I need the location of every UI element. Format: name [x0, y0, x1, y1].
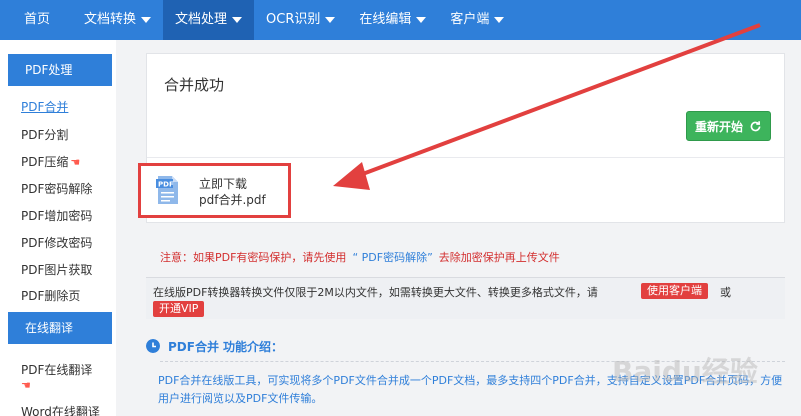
size-limit-text: 在线版PDF转换器转换文件仅限于2M以内文件，如需转换更大文件、转换更多格式文件…	[153, 286, 598, 299]
sidebar-item-pdf-unlock[interactable]: PDF密码解除	[21, 180, 92, 197]
nav-client[interactable]: 客户端	[438, 0, 516, 40]
notice-text: 注意：如果PDF有密码保护，请先使用	[160, 251, 347, 264]
unlock-link[interactable]: “ PDF密码解除”	[352, 251, 432, 264]
password-notice: 注意：如果PDF有密码保护，请先使用 “ PDF密码解除” 去除加密保护再上传文件	[160, 249, 560, 265]
use-client-button[interactable]: 使用客户端	[641, 283, 708, 299]
sidebar-item-pdf-add-password[interactable]: PDF增加密码	[21, 207, 92, 224]
download-file-box[interactable]: PDF 立即下载 pdf合并.pdf	[138, 163, 291, 218]
nav-label: 文档处理	[175, 12, 228, 27]
intro-body: PDF合并在线版工具，可实现将多个PDF文件合并成一个PDF文档，最多支持四个P…	[158, 374, 783, 405]
intro-title-main: PDF合并	[168, 340, 219, 354]
hand-pointer-icon: ☚	[70, 156, 81, 169]
open-vip-button[interactable]: 开通VIP	[153, 301, 205, 317]
sidebar-item-pdf-delete-page[interactable]: PDF删除页	[21, 287, 80, 304]
sidebar-item-pdf-split[interactable]: PDF分割	[21, 126, 68, 143]
sidebar-item-pdf-change-password[interactable]: PDF修改密码	[21, 234, 92, 251]
dashed-divider	[160, 361, 785, 362]
clock-icon	[146, 339, 160, 353]
nav-home[interactable]: 首页	[0, 0, 72, 40]
intro-title-sub: 功能介绍：	[222, 340, 283, 354]
restart-label: 重新开始	[694, 119, 743, 134]
nav-label: OCR识别	[266, 12, 321, 27]
sidebar-item-word-translate[interactable]: Word在线翻译	[21, 403, 100, 416]
download-link[interactable]: 立即下载	[199, 175, 247, 192]
card-divider	[147, 157, 784, 158]
sidebar-item-label: PDF压缩	[21, 155, 69, 169]
notice-text: 去除加密保护再上传文件	[438, 251, 560, 264]
sidebar-item-pdf-merge[interactable]: PDF合并	[21, 98, 68, 115]
intro-title: PDF合并 功能介绍：	[168, 338, 283, 355]
hand-pointer-icon: ☚	[21, 379, 31, 392]
sidebar-item-pdf-compress[interactable]: PDF压缩 ☚	[21, 153, 80, 170]
caret-down-icon	[494, 17, 505, 23]
size-limit-bar: 在线版PDF转换器转换文件仅限于2M以内文件，如需转换更大文件、转换更多格式文件…	[146, 277, 785, 319]
sidebar-item-pdf-image-extract[interactable]: PDF图片获取	[21, 261, 92, 278]
sidebar: PDF处理 PDF合并 PDF分割 PDF压缩 ☚ PDF密码解除 PDF增加密码…	[0, 40, 116, 416]
sidebar-item-label: PDF在线翻译	[21, 363, 93, 377]
nav-label: 客户端	[450, 12, 490, 27]
nav-doc-convert[interactable]: 文档转换	[72, 0, 163, 40]
result-title: 合并成功	[164, 76, 225, 94]
sidebar-header-pdf: PDF处理	[8, 54, 112, 86]
caret-down-icon	[141, 17, 152, 23]
nav-doc-process[interactable]: 文档处理	[163, 0, 255, 40]
or-text: 或	[720, 286, 731, 299]
restart-button[interactable]: 重新开始	[686, 111, 771, 141]
pdf-file-icon: PDF	[156, 176, 178, 204]
nav-label: 首页	[24, 12, 51, 27]
nav-label: 文档转换	[84, 12, 137, 27]
caret-down-icon	[416, 17, 427, 23]
nav-label: 在线编辑	[359, 12, 412, 27]
file-name: pdf合并.pdf	[199, 193, 266, 207]
refresh-icon	[750, 120, 761, 131]
caret-down-icon	[325, 17, 336, 23]
sidebar-header-translate: 在线翻译	[8, 312, 112, 344]
caret-down-icon	[232, 17, 243, 23]
nav-online-edit[interactable]: 在线编辑	[347, 0, 438, 40]
sidebar-item-pdf-translate[interactable]: PDF在线翻译 ☚	[21, 361, 92, 392]
svg-text:PDF: PDF	[158, 181, 174, 189]
top-nav: 首页 文档转换 文档处理 OCR识别 在线编辑 客户端	[0, 0, 801, 40]
nav-ocr[interactable]: OCR识别	[254, 0, 347, 40]
